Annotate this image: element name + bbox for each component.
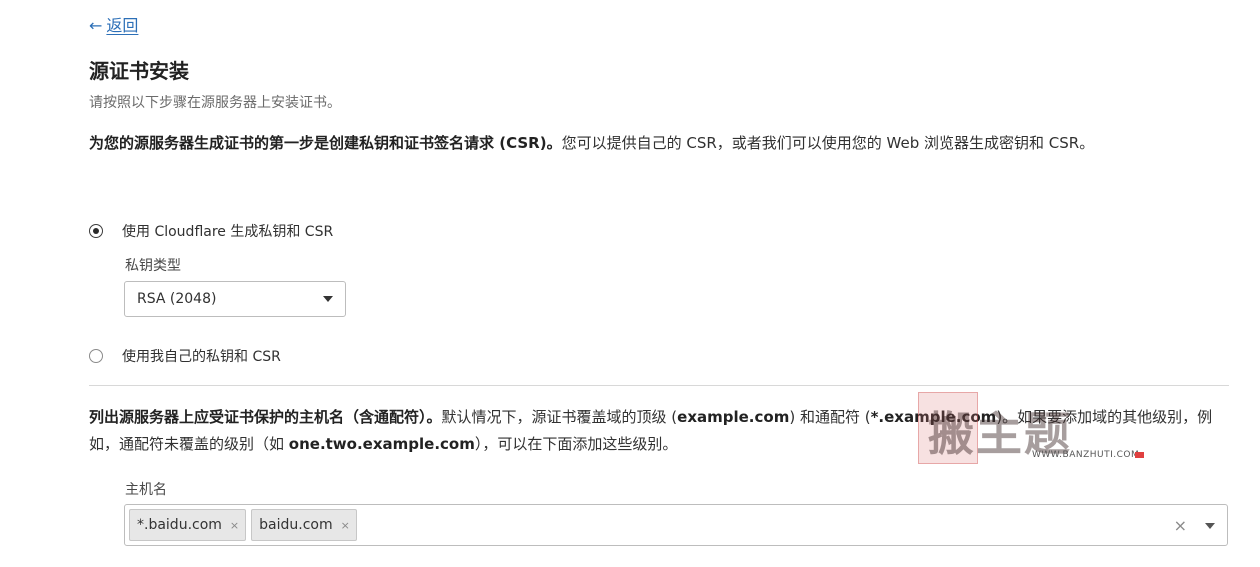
arrow-left-icon: ←: [89, 16, 103, 35]
key-type-label: 私钥类型: [125, 258, 181, 274]
hostname-tag: baidu.com ×: [251, 509, 357, 541]
hostnames-text-2: ) 和通配符 (: [789, 408, 871, 426]
hostnames-example-sub: one.two.example.com: [288, 435, 475, 453]
radio-option-own[interactable]: 使用我自己的私钥和 CSR: [89, 346, 281, 366]
caret-down-icon[interactable]: [1205, 523, 1215, 529]
radio-label-own: 使用我自己的私钥和 CSR: [122, 349, 281, 365]
hostnames-text-4: ），可以在下面添加这些级别。: [474, 435, 678, 453]
back-link[interactable]: ← 返回: [89, 12, 138, 36]
back-link-label: 返回: [106, 16, 139, 35]
section-divider: [89, 385, 1229, 386]
intro-bold: 为您的源服务器生成证书的第一步是创建私钥和证书签名请求 (CSR)。: [89, 134, 562, 152]
intro-rest: 您可以提供自己的 CSR，或者我们可以使用您的 Web 浏览器生成密钥和 CSR…: [561, 134, 1095, 152]
radio-label-cloudflare: 使用 Cloudflare 生成私钥和 CSR: [122, 224, 334, 240]
close-icon[interactable]: ×: [230, 519, 239, 532]
hostnames-bold: 列出源服务器上应受证书保护的主机名（含通配符）。: [89, 408, 442, 426]
hostnames-label: 主机名: [125, 482, 167, 498]
caret-down-icon: [323, 296, 333, 302]
hostname-tag-label: baidu.com: [259, 517, 333, 533]
radio-button-cloudflare[interactable]: [89, 224, 103, 238]
hostnames-example-apex: example.com: [677, 408, 790, 426]
clear-icon[interactable]: ×: [1174, 516, 1187, 535]
radio-option-cloudflare[interactable]: 使用 Cloudflare 生成私钥和 CSR: [89, 221, 333, 241]
page-title: 源证书安装: [89, 59, 189, 83]
hostname-tag: *.baidu.com ×: [129, 509, 247, 541]
hostname-tag-label: *.baidu.com: [137, 517, 222, 533]
key-type-select[interactable]: RSA (2048): [124, 281, 346, 317]
hostnames-text-1: 默认情况下，源证书覆盖域的顶级 (: [441, 408, 678, 426]
intro-paragraph: 为您的源服务器生成证书的第一步是创建私钥和证书签名请求 (CSR)。您可以提供自…: [89, 130, 1219, 157]
radio-button-own[interactable]: [89, 349, 103, 363]
hostnames-example-wildcard: *.example.com: [870, 408, 997, 426]
hostnames-paragraph: 列出源服务器上应受证书保护的主机名（含通配符）。默认情况下，源证书覆盖域的顶级 …: [89, 404, 1219, 458]
key-type-value: RSA (2048): [137, 291, 217, 307]
page-subtitle: 请按照以下步骤在源服务器上安装证书。: [89, 95, 341, 111]
close-icon[interactable]: ×: [341, 519, 350, 532]
hostnames-input[interactable]: *.baidu.com × baidu.com × ×: [124, 504, 1228, 546]
